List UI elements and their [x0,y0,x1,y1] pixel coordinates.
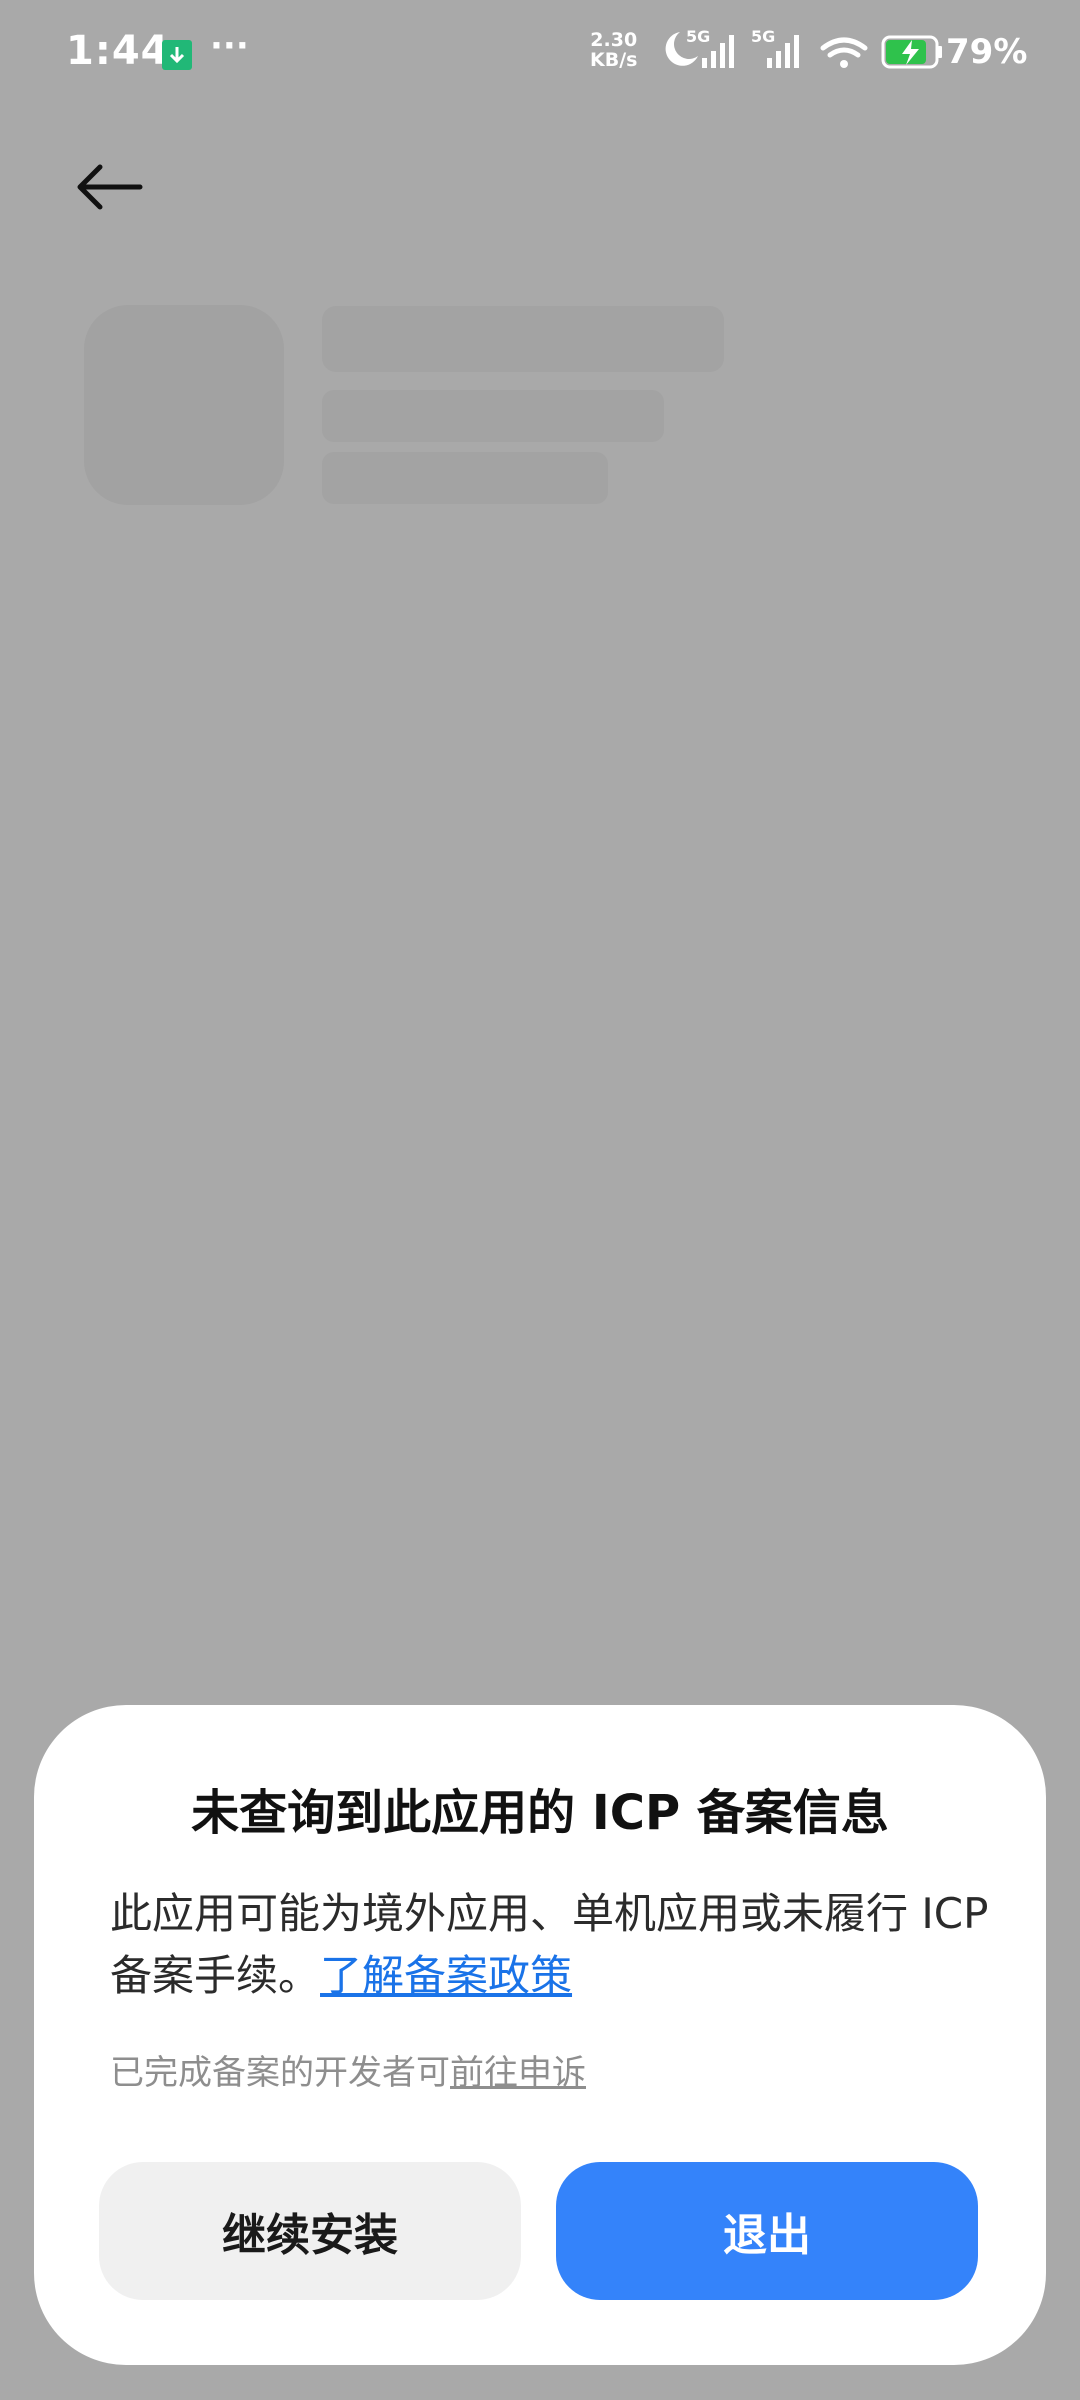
network-speed-value: 2.30 [590,29,638,51]
network-speed: 2.30 KB/s [590,30,637,70]
wifi-icon [820,37,868,68]
developer-note-text: 已完成备案的开发者可 [110,2053,450,2093]
icp-warning-dialog: 未查询到此应用的 ICP 备案信息 此应用可能为境外应用、单机应用或未履行 IC… [34,1705,1046,2365]
dialog-title: 未查询到此应用的 ICP 备案信息 [191,1785,889,1841]
back-button[interactable] [70,155,150,215]
app-icon-placeholder [84,305,284,505]
app-name-placeholder [322,306,724,372]
developer-note: 已完成备案的开发者可前往申诉 [110,2045,586,2094]
app-info-placeholder [322,452,608,504]
status-time: 1:44 [66,28,170,74]
policy-link[interactable]: 了解备案政策 [320,1951,572,2000]
network-speed-unit: KB/s [590,49,638,71]
signal-icon: 5G [751,27,799,68]
app-info-placeholder [322,390,664,442]
signal-1-label: 5G [686,27,710,46]
back-arrow-icon [77,164,143,210]
dialog-message: 此应用可能为境外应用、单机应用或未履行 ICP 备案手续。了解备案政策 [110,1883,990,2007]
battery-percent: 79% [946,32,1028,72]
download-notification-icon [162,40,192,70]
continue-install-button[interactable]: 继续安装 [99,2162,521,2300]
exit-button[interactable]: 退出 [556,2162,978,2300]
more-dots-icon: ··· [210,26,249,66]
battery-charging-icon [881,35,942,69]
signal-2-label: 5G [751,27,775,46]
appeal-link[interactable]: 前往申诉 [450,2053,586,2093]
status-bar: 1:44 ··· 2.30 KB/s 5G 5G 79% [0,0,1080,110]
